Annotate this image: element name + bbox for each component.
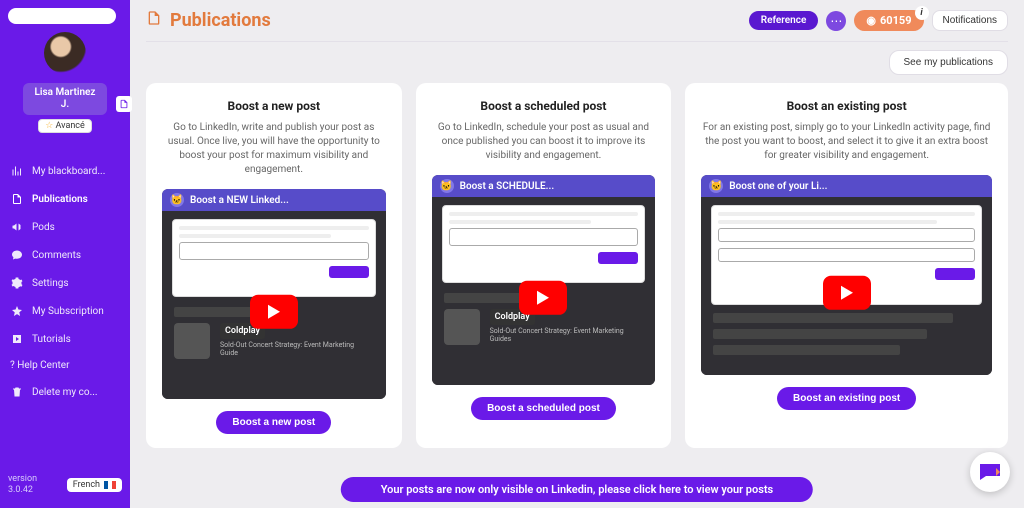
sidebar-item-label: Publications <box>32 194 88 205</box>
sidebar-footer: version 3.0.42 French <box>0 470 130 500</box>
coin-icon: ◉ <box>866 14 876 27</box>
avatar-wrap <box>0 32 130 77</box>
chat-launcher[interactable] <box>970 452 1010 492</box>
sidebar-top-pill <box>8 8 116 24</box>
card-boost-scheduled: Boost a scheduled post Go to LinkedIn, s… <box>416 83 672 448</box>
video-title-bar: 🐱 Boost a NEW Linked... <box>162 189 386 211</box>
sidebar-nav: My blackboard... Publications Pods Comme… <box>0 157 130 406</box>
card-title: Boost a new post <box>162 99 386 113</box>
play-square-icon <box>10 332 24 346</box>
boost-new-button[interactable]: Boost a new post <box>216 411 331 434</box>
avatar[interactable] <box>44 32 86 74</box>
sidebar-item-label: My Subscription <box>32 306 104 317</box>
fake-modal <box>172 219 376 297</box>
sidebar-item-comments[interactable]: Comments <box>0 241 130 269</box>
user-suffix: J. <box>27 99 103 111</box>
video-thumbnail[interactable]: 🐱 Boost a SCHEDULE... Coldplay Sold-Out … <box>432 175 656 385</box>
video-title-bar: 🐱 Boost a SCHEDULE... <box>432 175 656 197</box>
page-title-text: Publications <box>170 10 271 31</box>
user-first-last: Lisa Martinez <box>27 87 103 99</box>
header-right: Reference ⋯ ◉ 60159 i Notifications <box>749 10 1008 31</box>
play-icon[interactable] <box>519 281 567 315</box>
fake-feed <box>713 313 980 361</box>
version-block: version 3.0.42 <box>8 474 59 496</box>
flag-fr-icon <box>104 481 116 489</box>
card-desc: For an existing post, simply go to your … <box>701 121 992 163</box>
bar-chart-icon <box>10 164 24 178</box>
play-icon[interactable] <box>823 276 871 310</box>
sidebar-item-label: Comments <box>32 250 81 261</box>
boost-existing-button[interactable]: Boost an existing post <box>777 387 916 410</box>
star-icon <box>10 304 24 318</box>
page-title: Publications <box>146 10 271 31</box>
language-selector[interactable]: French <box>67 478 122 492</box>
sidebar-item-label: My blackboard... <box>32 166 105 177</box>
more-menu-button[interactable]: ⋯ <box>826 11 846 31</box>
sidebar-item-label: ? Help Center <box>10 360 69 371</box>
main: Publications Reference ⋯ ◉ 60159 i Notif… <box>130 0 1024 508</box>
sidebar-item-label: Tutorials <box>32 334 71 345</box>
user-level-badge: ☆ Avancé <box>38 119 92 133</box>
see-my-publications-button[interactable]: See my publications <box>889 50 1009 75</box>
play-icon[interactable] <box>250 295 298 329</box>
star-icon: ☆ <box>45 121 53 131</box>
sidebar-item-label: Delete my co... <box>32 387 97 398</box>
reference-button[interactable]: Reference <box>749 11 819 30</box>
card-title: Boost an existing post <box>701 99 992 113</box>
user-chip[interactable]: Lisa Martinez J. <box>23 83 107 115</box>
header: Publications Reference ⋯ ◉ 60159 i Notif… <box>130 0 1024 41</box>
sidebar: Lisa Martinez J. ☆ Avancé My blackboard.… <box>0 0 130 508</box>
card-title: Boost a scheduled post <box>432 99 656 113</box>
gear-icon <box>10 276 24 290</box>
card-desc: Go to LinkedIn, write and publish your p… <box>162 121 386 177</box>
sidebar-item-pods[interactable]: Pods <box>0 213 130 241</box>
card-boost-new: Boost a new post Go to LinkedIn, write a… <box>146 83 402 448</box>
video-thumbnail[interactable]: 🐱 Boost a NEW Linked... Coldplay Sold-Ou… <box>162 189 386 399</box>
megaphone-icon <box>10 220 24 234</box>
sidebar-item-help[interactable]: ? Help Center <box>0 353 130 378</box>
card-desc: Go to LinkedIn, schedule your post as us… <box>432 121 656 163</box>
info-icon[interactable]: i <box>915 6 929 20</box>
chat-icon <box>10 248 24 262</box>
video-channel-icon: 🐱 <box>440 179 454 193</box>
see-my-row: See my publications <box>146 50 1008 75</box>
cards-row: Boost a new post Go to LinkedIn, write a… <box>130 75 1024 456</box>
trash-icon <box>10 385 24 399</box>
sidebar-item-tutorials[interactable]: Tutorials <box>0 325 130 353</box>
sidebar-item-label: Pods <box>32 222 55 233</box>
score-pill[interactable]: ◉ 60159 i <box>854 10 923 31</box>
sidebar-item-blackboard[interactable]: My blackboard... <box>0 157 130 185</box>
sidebar-item-settings[interactable]: Settings <box>0 269 130 297</box>
video-channel-icon: 🐱 <box>170 193 184 207</box>
sidebar-item-subscription[interactable]: My Subscription <box>0 297 130 325</box>
document-icon <box>10 192 24 206</box>
user-level-row: ☆ Avancé <box>0 119 130 133</box>
sidebar-item-label: Settings <box>32 278 69 289</box>
header-divider <box>146 41 1008 42</box>
notifications-button[interactable]: Notifications <box>932 10 1008 31</box>
video-thumbnail[interactable]: 🐱 Boost one of your Li... <box>701 175 992 375</box>
fake-modal <box>442 205 646 283</box>
bottom-banner[interactable]: Your posts are now only visible on Linke… <box>341 477 813 502</box>
document-icon <box>146 10 162 31</box>
sidebar-item-publications[interactable]: Publications <box>0 185 130 213</box>
video-channel-icon: 🐱 <box>709 179 723 193</box>
video-title-bar: 🐱 Boost one of your Li... <box>701 175 992 197</box>
card-boost-existing: Boost an existing post For an existing p… <box>685 83 1008 448</box>
boost-scheduled-button[interactable]: Boost a scheduled post <box>471 397 616 420</box>
sidebar-item-delete[interactable]: Delete my co... <box>0 378 130 406</box>
